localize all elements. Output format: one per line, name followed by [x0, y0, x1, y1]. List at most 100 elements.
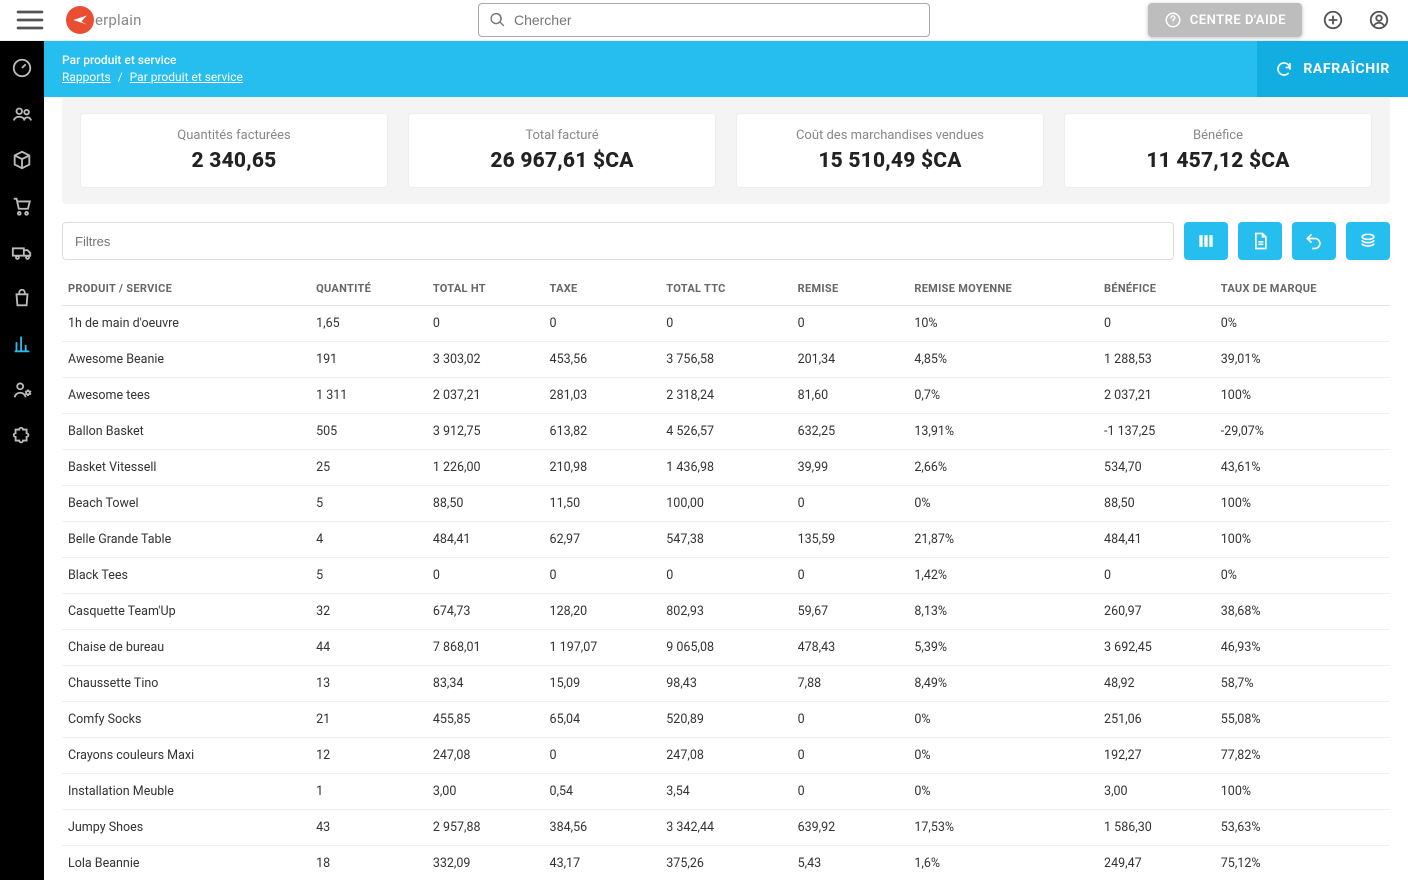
column-header[interactable]: REMISE [792, 272, 909, 306]
sidebar-item-purchases[interactable] [9, 285, 35, 311]
table-cell: 21 [310, 702, 427, 738]
table-cell: 100% [1215, 522, 1390, 558]
help-center-button[interactable]: CENTRE D'AIDE [1148, 3, 1302, 37]
table-row[interactable]: Jumpy Shoes432 957,88384,563 342,44639,9… [62, 810, 1390, 846]
table-cell: 4 526,57 [660, 414, 791, 450]
table-cell: 478,43 [792, 630, 909, 666]
sidebar-item-integrations[interactable] [9, 423, 35, 449]
table-cell: Chaise de bureau [62, 630, 310, 666]
layers-icon [1358, 231, 1378, 251]
search-input[interactable] [514, 12, 919, 28]
column-header[interactable]: TAUX DE MARQUE [1215, 272, 1390, 306]
table-cell: Chaussette Tino [62, 666, 310, 702]
filter-input[interactable] [62, 222, 1174, 260]
column-header[interactable]: TAXE [544, 272, 661, 306]
sidebar-item-contacts[interactable] [9, 101, 35, 127]
layers-button[interactable] [1346, 222, 1390, 260]
table-row[interactable]: Ballon Basket5053 912,75613,824 526,5763… [62, 414, 1390, 450]
sidebar-item-sales[interactable] [9, 193, 35, 219]
sidebar-item-inventory[interactable] [9, 147, 35, 173]
table-row[interactable]: Installation Meuble13,000,543,5400%3,001… [62, 774, 1390, 810]
chart-bar-icon [11, 333, 33, 355]
breadcrumb-link-current[interactable]: Par produit et service [130, 70, 243, 84]
table-cell: 3 912,75 [427, 414, 544, 450]
search-field[interactable] [478, 3, 930, 37]
column-header[interactable]: REMISE MOYENNE [908, 272, 1098, 306]
table-row[interactable]: Lola Beannie18332,0943,17375,265,431,6%2… [62, 846, 1390, 880]
sidebar-item-reports[interactable] [9, 331, 35, 357]
breadcrumb: Rapports / Par produit et service [62, 69, 243, 86]
hamburger-menu-button[interactable] [14, 4, 46, 36]
table-cell: Awesome tees [62, 378, 310, 414]
sidebar-item-settings-users[interactable] [9, 377, 35, 403]
table-cell: 5 [310, 558, 427, 594]
table-cell: 1 436,98 [660, 450, 791, 486]
table-cell: 0 [1098, 558, 1215, 594]
table-cell: 0% [908, 738, 1098, 774]
table-cell: 0 [792, 486, 909, 522]
table-cell: 455,85 [427, 702, 544, 738]
box-icon [11, 149, 33, 171]
table-row[interactable]: 1h de main d'oeuvre1,65000010%00% [62, 306, 1390, 342]
table-cell: 1 197,07 [544, 630, 661, 666]
table-cell: Black Tees [62, 558, 310, 594]
table-row[interactable]: Basket Vitessell251 226,00210,981 436,98… [62, 450, 1390, 486]
logo-text: erplain [95, 11, 142, 29]
topbar: erplain CENTRE D'AIDE [0, 0, 1408, 41]
table-row[interactable]: Crayons couleurs Maxi12247,080247,0800%1… [62, 738, 1390, 774]
table-cell: 100,00 [660, 486, 791, 522]
table-cell: 0% [908, 702, 1098, 738]
data-table: PRODUIT / SERVICEQUANTITÉTOTAL HTTAXETOT… [62, 272, 1390, 880]
page-header-bar: Par produit et service Rapports / Par pr… [44, 41, 1408, 97]
account-button[interactable] [1364, 5, 1394, 35]
table-cell: 1 [310, 774, 427, 810]
table-cell: Casquette Team'Up [62, 594, 310, 630]
table-cell: 17,53% [908, 810, 1098, 846]
column-header[interactable]: QUANTITÉ [310, 272, 427, 306]
table-cell: 0% [1215, 306, 1390, 342]
table-row[interactable]: Beach Towel588,5011,50100,0000%88,50100% [62, 486, 1390, 522]
table-cell: 3,54 [660, 774, 791, 810]
table-cell: 0 [427, 558, 544, 594]
table-cell: Belle Grande Table [62, 522, 310, 558]
undo-icon [1304, 231, 1324, 251]
column-header[interactable]: BÉNÉFICE [1098, 272, 1215, 306]
table-cell: 55,08% [1215, 702, 1390, 738]
column-header[interactable]: TOTAL HT [427, 272, 544, 306]
column-header[interactable]: PRODUIT / SERVICE [62, 272, 310, 306]
table-cell: 0 [792, 558, 909, 594]
table-cell: 8,49% [908, 666, 1098, 702]
columns-button[interactable] [1184, 222, 1228, 260]
sidebar-item-dashboard[interactable] [9, 55, 35, 81]
table-cell: 39,01% [1215, 342, 1390, 378]
breadcrumb-link-reports[interactable]: Rapports [62, 70, 111, 84]
table-cell: 0,7% [908, 378, 1098, 414]
reset-button[interactable] [1292, 222, 1336, 260]
table-cell: 2,66% [908, 450, 1098, 486]
table-row[interactable]: Casquette Team'Up32674,73128,20802,9359,… [62, 594, 1390, 630]
table-row[interactable]: Belle Grande Table4484,4162,97547,38135,… [62, 522, 1390, 558]
add-button[interactable] [1318, 5, 1348, 35]
sidebar-item-shipping[interactable] [9, 239, 35, 265]
table-row[interactable]: Chaise de bureau447 868,011 197,079 065,… [62, 630, 1390, 666]
table-cell: 62,97 [544, 522, 661, 558]
table-cell: 8,13% [908, 594, 1098, 630]
table-cell: 247,08 [660, 738, 791, 774]
table-row[interactable]: Black Tees500001,42%00% [62, 558, 1390, 594]
table-cell: 128,20 [544, 594, 661, 630]
column-header[interactable]: TOTAL TTC [660, 272, 791, 306]
table-row[interactable]: Awesome tees1 3112 037,21281,032 318,248… [62, 378, 1390, 414]
table-row[interactable]: Chaussette Tino1383,3415,0998,437,888,49… [62, 666, 1390, 702]
refresh-button[interactable]: RAFRAÎCHIR [1257, 41, 1408, 97]
stat-card: Bénéfice11 457,12 $CA [1064, 113, 1372, 188]
table-row[interactable]: Awesome Beanie1913 303,02453,563 756,582… [62, 342, 1390, 378]
table-cell: 0 [544, 738, 661, 774]
table-cell: 0 [660, 306, 791, 342]
table-row[interactable]: Comfy Socks21455,8565,04520,8900%251,065… [62, 702, 1390, 738]
plus-circle-icon [1322, 9, 1344, 31]
table-cell: 2 037,21 [1098, 378, 1215, 414]
export-button[interactable] [1238, 222, 1282, 260]
table-cell: 0% [1215, 558, 1390, 594]
logo-icon [66, 6, 94, 34]
table-cell: 11,50 [544, 486, 661, 522]
